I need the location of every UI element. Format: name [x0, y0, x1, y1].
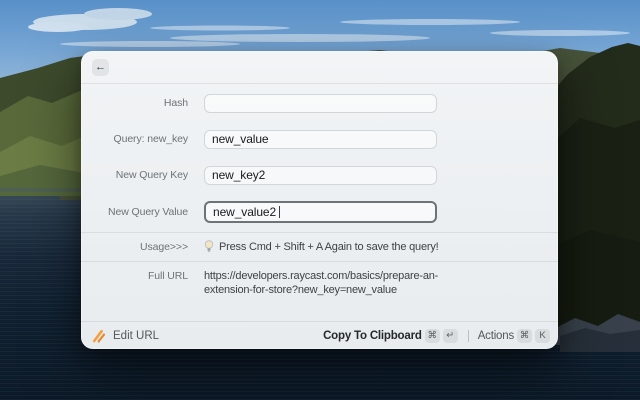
- form-row-hash: Hash: [81, 92, 437, 114]
- k-key-badge: K: [535, 328, 550, 343]
- app-name-label: Edit URL: [113, 329, 160, 342]
- query-input[interactable]: new_value: [204, 129, 437, 149]
- new-query-value-input-value: new_value2: [213, 205, 277, 219]
- usage-text: Press Cmd + Shift + A Again to save the …: [219, 240, 439, 253]
- raycast-window: ← Hash Query: new_key new_value New Quer…: [81, 51, 558, 349]
- full-url-line1: https://developers.raycast.com/basics/pr…: [204, 270, 439, 282]
- form-row-new-query-key: New Query Key new_key2: [81, 164, 437, 186]
- new-query-value-label: New Query Value: [107, 206, 188, 218]
- divider: [81, 261, 558, 262]
- back-button[interactable]: ←: [92, 59, 109, 76]
- window-header: ←: [81, 51, 558, 84]
- cmd-key-badge: ⌘: [517, 328, 532, 343]
- form-row-new-query-value: New Query Value new_value2: [81, 200, 437, 224]
- back-arrow-icon: ←: [95, 61, 106, 73]
- footer-separator: [467, 329, 469, 342]
- edit-url-app-icon: [92, 329, 106, 342]
- return-key-badge: ↵: [442, 328, 458, 343]
- form-row-query: Query: new_key new_value: [81, 128, 437, 150]
- full-url-line2: extension-for-store?new_key=new_value: [204, 284, 397, 296]
- desktop: ← Hash Query: new_key new_value New Quer…: [0, 0, 640, 400]
- cmd-key-badge: ⌘: [424, 328, 440, 343]
- new-query-value-input[interactable]: new_value2: [204, 201, 437, 223]
- query-label: Query: new_key: [113, 133, 189, 145]
- usage-label: Usage>>>: [140, 240, 188, 253]
- form-row-full-url: Full URL https://developers.raycast.com/…: [81, 269, 438, 297]
- divider: [81, 232, 558, 233]
- lightbulb-icon: [204, 240, 214, 252]
- new-query-key-label: New Query Key: [115, 169, 188, 181]
- form-row-usage: Usage>>> Press Cmd + Shift + A Again to …: [81, 238, 439, 255]
- full-url-value: https://developers.raycast.com/basics/pr…: [204, 269, 438, 297]
- hash-label: Hash: [163, 97, 188, 109]
- new-query-key-input-value: new_key2: [212, 168, 266, 182]
- copy-to-clipboard-button[interactable]: Copy To Clipboard: [323, 330, 422, 342]
- actions-button[interactable]: Actions: [478, 330, 515, 342]
- full-url-label: Full URL: [147, 270, 188, 282]
- hash-input[interactable]: [204, 93, 437, 113]
- text-cursor: [279, 206, 281, 218]
- query-input-value: new_value: [212, 132, 269, 146]
- new-query-key-input[interactable]: new_key2: [204, 165, 437, 185]
- footer-actions: Copy To Clipboard ⌘ ↵ Actions ⌘ K: [323, 328, 550, 343]
- window-footer: Edit URL Copy To Clipboard ⌘ ↵ Actions ⌘…: [81, 321, 558, 349]
